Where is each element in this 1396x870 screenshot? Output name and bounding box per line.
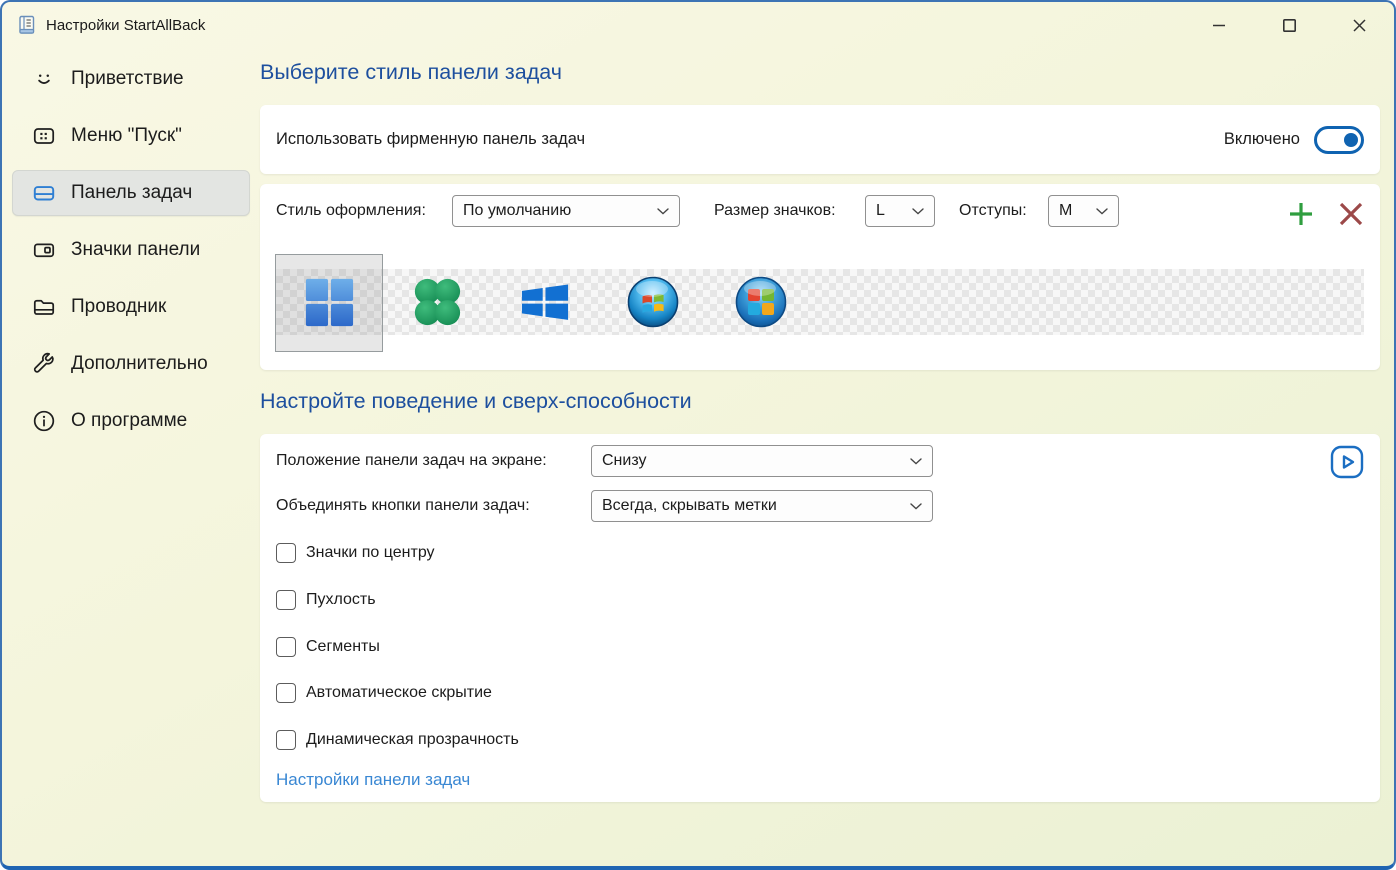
sidebar-item-taskbar[interactable]: Панель задач [12, 170, 250, 216]
branded-taskbar-card: Использовать фирменную панель задач Вклю… [260, 105, 1380, 174]
style-option-windows-11-logo[interactable] [303, 276, 355, 328]
center-icons-checkbox[interactable] [276, 543, 296, 563]
style-select[interactable]: По умолчанию [452, 195, 680, 227]
checkbox-row-autohide: Автоматическое скрытие [276, 682, 492, 704]
sidebar-item-explorer[interactable]: Проводник [12, 284, 250, 330]
autohide-checkbox[interactable] [276, 683, 296, 703]
taskbar-position-value: Снизу [602, 452, 646, 470]
sidebar-item-about[interactable]: О программе [12, 398, 250, 444]
sidebar-item-label: Приветствие [71, 68, 184, 90]
chevron-down-icon [910, 458, 922, 465]
sidebar-item-label: О программе [71, 410, 187, 432]
checkbox-label: Динамическая прозрачность [306, 731, 519, 749]
icon-size-label: Размер значков: [714, 195, 836, 227]
window-title: Настройки StartAllBack [46, 17, 205, 34]
combine-buttons-value: Всегда, скрывать метки [602, 497, 777, 515]
branded-taskbar-toggle-group: Включено [1224, 126, 1364, 154]
spacing-label: Отступы: [959, 195, 1027, 227]
remove-style-button[interactable] [1336, 199, 1366, 229]
segments-checkbox[interactable] [276, 637, 296, 657]
style-label: Стиль оформления: [276, 195, 426, 227]
sidebar-item-label: Панель задач [71, 182, 192, 204]
checkbox-row-center-icons: Значки по центру [276, 542, 435, 564]
style-option-windows-7-orb[interactable] [627, 276, 679, 328]
sidebar-item-label: Меню "Пуск" [71, 125, 182, 147]
sidebar-item-label: Проводник [71, 296, 166, 318]
style-select-value: По умолчанию [463, 202, 571, 220]
plumpness-checkbox[interactable] [276, 590, 296, 610]
style-option-windows-vista-orb[interactable] [735, 276, 787, 328]
sidebar-item-label: Значки панели [71, 239, 200, 261]
checkbox-label: Пухлость [306, 591, 376, 609]
sidebar-item-label: Дополнительно [71, 353, 208, 375]
taskbar-position-label: Положение панели задач на экране: [276, 445, 547, 477]
start-menu-icon [31, 123, 57, 149]
style-option-windows-8-logo[interactable] [519, 276, 571, 328]
branded-taskbar-label: Использовать фирменную панель задач [276, 130, 585, 149]
icon-size-select[interactable]: L [865, 195, 935, 227]
sidebar-item-advanced[interactable]: Дополнительно [12, 341, 250, 387]
startallback-settings-window: Настройки StartAllBack Приветствие [0, 0, 1396, 870]
checkbox-row-plumpness: Пухлость [276, 589, 376, 611]
taskbar-icon [31, 180, 57, 206]
behavior-card: Положение панели задач на экране: Снизу … [260, 434, 1380, 802]
taskbar-settings-link[interactable]: Настройки панели задач [276, 770, 470, 790]
spacing-select[interactable]: M [1048, 195, 1119, 227]
dynamic-transparency-checkbox[interactable] [276, 730, 296, 750]
icon-size-select-value: L [876, 202, 885, 220]
combine-buttons-select[interactable]: Всегда, скрывать метки [591, 490, 933, 522]
main-content: Выберите стиль панели задач Использовать… [260, 2, 1380, 870]
checkbox-row-segments: Сегменты [276, 636, 380, 658]
taskbar-position-select[interactable]: Снизу [591, 445, 933, 477]
chevron-down-icon [912, 208, 924, 215]
spacing-select-value: M [1059, 202, 1072, 220]
add-style-button[interactable] [1286, 199, 1316, 229]
sidebar-item-start-menu[interactable]: Меню "Пуск" [12, 113, 250, 159]
sidebar: Приветствие Меню "Пуск" П [2, 48, 260, 444]
combine-buttons-label: Объединять кнопки панели задач: [276, 490, 530, 522]
sidebar-item-tray-icons[interactable]: Значки панели [12, 227, 250, 273]
chevron-down-icon [910, 503, 922, 510]
toggle-knob [1344, 133, 1358, 147]
sidebar-item-welcome[interactable]: Приветствие [12, 56, 250, 102]
info-icon [31, 408, 57, 434]
smiley-icon [31, 66, 57, 92]
branded-taskbar-toggle[interactable] [1314, 126, 1364, 154]
checkbox-row-dynamic-transparency: Динамическая прозрачность [276, 729, 519, 751]
toggle-state-label: Включено [1224, 130, 1300, 149]
preview-play-button[interactable] [1330, 445, 1364, 479]
wrench-icon [31, 351, 57, 377]
style-section-heading: Выберите стиль панели задач [260, 60, 562, 85]
checkbox-label: Значки по центру [306, 544, 435, 562]
checkbox-label: Сегменты [306, 638, 380, 656]
app-book-icon [16, 14, 38, 36]
checkbox-label: Автоматическое скрытие [306, 684, 492, 702]
behavior-section-heading: Настройте поведение и сверх-способности [260, 389, 692, 414]
chevron-down-icon [657, 208, 669, 215]
tray-icons-icon [31, 237, 57, 263]
folder-icon [31, 294, 57, 320]
chevron-down-icon [1096, 208, 1108, 215]
style-options-card: Стиль оформления: По умолчанию Размер зн… [260, 184, 1380, 370]
style-option-clover-logo[interactable] [411, 276, 463, 328]
